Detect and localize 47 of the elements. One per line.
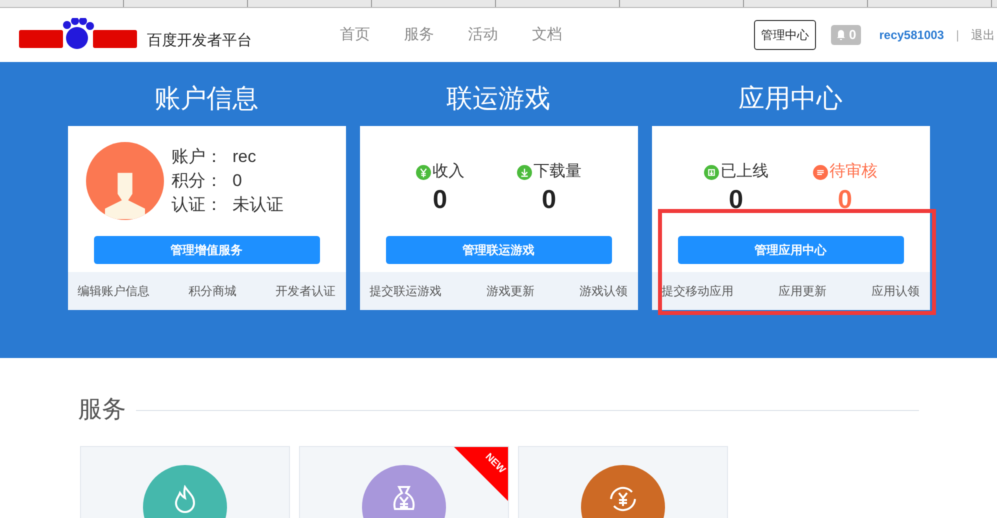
stat-label: 待审核 bbox=[830, 162, 878, 182]
stat-label: 已上线 bbox=[720, 162, 768, 182]
username-link[interactable]: recy581003 bbox=[879, 26, 944, 44]
manage-center-button[interactable]: 管理中心 bbox=[754, 20, 816, 50]
stat-value: 0 bbox=[542, 184, 556, 214]
person-icon bbox=[104, 172, 144, 220]
panel-link[interactable]: 游戏认领 bbox=[580, 282, 628, 300]
paw-logo[interactable] bbox=[19, 18, 137, 52]
nav-link[interactable]: 首页 bbox=[340, 24, 370, 46]
bell-icon bbox=[836, 29, 846, 41]
field-value: rec bbox=[232, 146, 256, 168]
section-title: 服务 bbox=[78, 395, 126, 425]
panel-link[interactable]: 编辑账户信息 bbox=[78, 282, 150, 300]
nav-link[interactable]: 服务 bbox=[404, 24, 434, 46]
service-tile[interactable] bbox=[518, 446, 728, 518]
stat-label: 收入 bbox=[432, 162, 464, 182]
panel-title: 账户信息 bbox=[154, 82, 258, 114]
field-label: 账户： bbox=[172, 146, 222, 168]
separator: | bbox=[956, 27, 960, 44]
panel-link[interactable]: 应用更新 bbox=[778, 282, 826, 300]
logout-link[interactable]: 退出 bbox=[971, 26, 996, 44]
panel-link[interactable]: 提交联运游戏 bbox=[370, 282, 442, 300]
manage-button[interactable]: 管理增值服务 bbox=[94, 236, 320, 264]
manage-button[interactable]: 管理联运游戏 bbox=[386, 236, 612, 264]
field-value: 未认证 bbox=[232, 194, 284, 216]
panel-link[interactable]: 游戏更新 bbox=[486, 282, 534, 300]
corner-ribbon bbox=[454, 447, 508, 501]
panel-link[interactable]: 积分商城 bbox=[188, 282, 236, 300]
field-value: 0 bbox=[232, 170, 242, 192]
panel-link[interactable]: 开发者认证 bbox=[276, 282, 336, 300]
yen-exchange-icon bbox=[609, 485, 637, 513]
nav-link[interactable]: 文档 bbox=[532, 24, 562, 46]
stat-label: 下载量 bbox=[534, 162, 582, 182]
stat-value: 0 bbox=[728, 184, 744, 214]
nav-link[interactable]: 活动 bbox=[468, 24, 498, 46]
panel-title: 应用中心 bbox=[738, 82, 842, 114]
panel-link[interactable]: 应用认领 bbox=[872, 282, 920, 300]
manage-button[interactable]: 管理应用中心 bbox=[678, 236, 904, 264]
service-tile[interactable] bbox=[80, 446, 290, 518]
field-label: 认证： bbox=[172, 194, 222, 216]
stat-value: 0 bbox=[432, 184, 448, 214]
field-label: 积分： bbox=[172, 170, 222, 192]
brand-name: 百度开发者平台 bbox=[147, 30, 252, 51]
panel-link[interactable]: 提交移动应用 bbox=[662, 282, 734, 300]
panel-title: 联运游戏 bbox=[446, 82, 550, 114]
notification-count: 0 bbox=[849, 26, 856, 44]
stat-value: 0 bbox=[838, 184, 852, 214]
